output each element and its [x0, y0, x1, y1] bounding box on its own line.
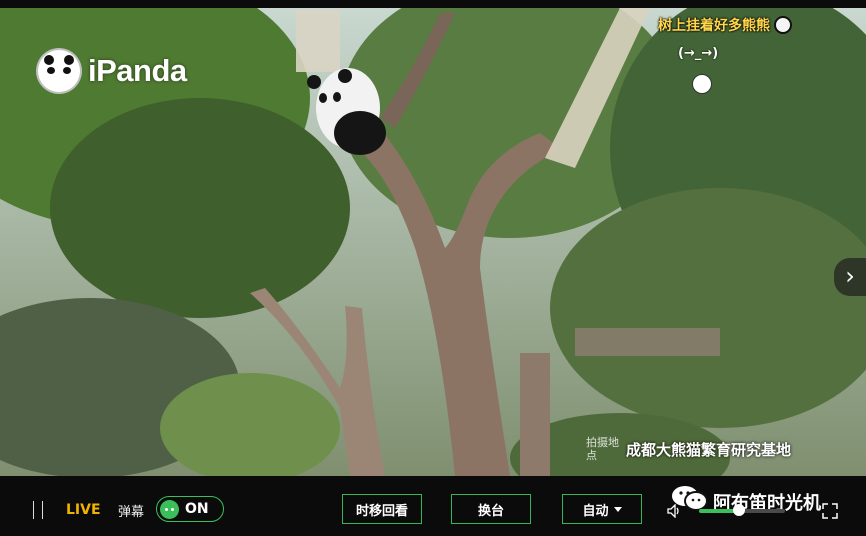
pause-icon[interactable] [33, 501, 34, 519]
sub-caption: (→_→) [678, 46, 719, 61]
danmaku-label: 弹幕 [118, 505, 145, 520]
location-name: 成都大熊猫繁育研究基地 [626, 440, 792, 459]
volume-slider[interactable] [699, 504, 785, 516]
quality-select[interactable]: 自动 [562, 494, 642, 524]
next-stream-button[interactable]: › [834, 258, 866, 296]
volume-icon[interactable] [667, 504, 681, 518]
live-indicator: LIVE [66, 502, 101, 518]
location-tag: 拍摄地点 [586, 436, 619, 462]
toggle-knob [160, 499, 179, 519]
location-label: 拍摄地点 成都大熊猫繁育研究基地 [586, 436, 791, 462]
panda-face-icon [774, 16, 792, 34]
change-channel-button[interactable]: 换台 [451, 494, 531, 524]
ipanda-logo-icon [36, 48, 82, 94]
timeshift-button[interactable]: 时移回看 [342, 494, 422, 524]
fullscreen-icon[interactable] [822, 503, 838, 519]
chevron-right-icon: › [845, 262, 855, 290]
top-bar [0, 0, 866, 8]
video-player[interactable]: iPanda 树上挂着好多熊熊 (→_→) › 拍摄地点 成都大熊猫繁育研究基地 [0, 8, 866, 476]
panda-face-icon [692, 74, 712, 94]
chevron-down-icon [613, 506, 622, 512]
quality-value: 自动 [582, 503, 609, 519]
stream-headline: 树上挂着好多熊熊 [658, 15, 792, 35]
toggle-state: ON [185, 501, 209, 517]
control-bar: LIVE 弹幕 ON 时移回看 换台 自动 阿布笛时光机 [0, 476, 866, 536]
headline-text: 树上挂着好多熊熊 [658, 18, 770, 34]
ipanda-logo: iPanda [36, 48, 187, 94]
danmaku-toggle[interactable]: ON [156, 496, 224, 522]
brand-name: iPanda [88, 53, 187, 88]
pause-icon-bar[interactable] [42, 501, 43, 519]
